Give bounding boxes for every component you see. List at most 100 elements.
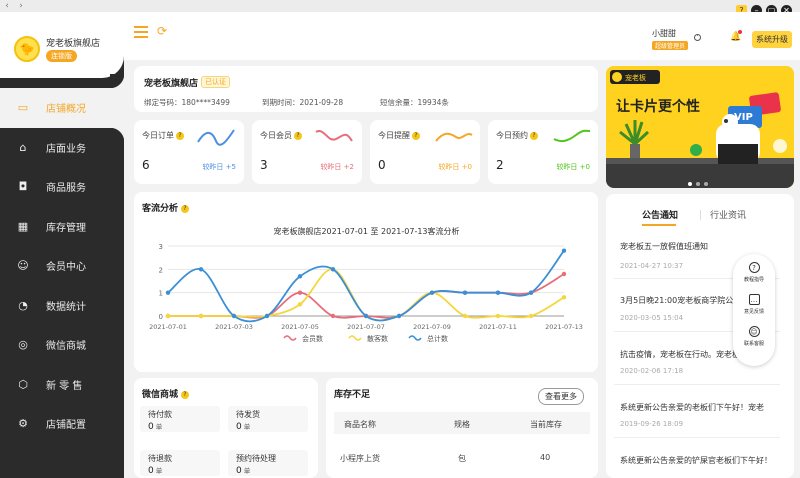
help-icon: ? (176, 131, 184, 140)
refresh-icon[interactable]: ⟳ (157, 24, 167, 38)
help-icon: ? (181, 390, 190, 399)
back-arrow-icon[interactable]: ‹ (0, 0, 14, 12)
data-point (330, 267, 336, 272)
customer-service-button[interactable]: ☺ 联系客服 (733, 326, 775, 347)
sidebar-item-wechat-mall[interactable]: ◎ 微信商城 (0, 325, 124, 365)
data-point (330, 313, 336, 319)
sparkline-members (315, 130, 353, 142)
stat-value: 2 (496, 158, 504, 172)
float-label: 教程指导 (743, 277, 764, 283)
sidebar-item-label: 店铺概况 (46, 104, 86, 116)
stat-card-appointments[interactable]: 今日预约? 2 较昨日 +0 (488, 120, 598, 184)
data-point (561, 295, 567, 300)
stat-card-orders[interactable]: 今日订单? 6 较昨日 +5 (134, 120, 244, 184)
notice-title[interactable]: 抗击疫情，宠老板在行动。宠老板 (620, 349, 740, 360)
sidebar-item-inventory[interactable]: ▦ 库存管理 (0, 207, 124, 247)
data-point (429, 290, 435, 295)
sidebar-item-storefront[interactable]: ⌂ 店面业务 (0, 128, 124, 168)
wechat-mall-card: 微信商城? 待付款 0单 待发货 0单 待退款 0单 预约待处理 0单 (134, 378, 318, 478)
data-point (396, 313, 402, 319)
tutorial-button[interactable]: ? 教程指导 (733, 262, 775, 283)
cell-stock: 40 (540, 453, 551, 462)
sidebar-item-statistics[interactable]: ◔ 数据统计 (0, 286, 124, 326)
upgrade-button[interactable]: 系统升级 (752, 31, 792, 48)
sparkline-reminders (435, 132, 473, 142)
traffic-line-chart: 0 1 2 3 2021-07-01 2021-07-03 2021-07-05 2021-0… (149, 243, 583, 343)
notice-title[interactable]: 系统更新公告亲爱的老板们下午好！宠老 (620, 402, 764, 413)
floating-help-bar: ? 教程指导 … 意见反馈 ☺ 联系客服 (733, 254, 775, 366)
sidebar-item-store-config[interactable]: ⚙ 店铺配置 (0, 404, 124, 444)
promo-banner[interactable]: 宠老板 让卡片更个性 VIP (606, 66, 794, 188)
wx-pending-appointment[interactable]: 预约待处理 0单 (228, 450, 308, 476)
wx-pending-shipment[interactable]: 待发货 0单 (228, 406, 308, 432)
notice-date: 2020-03-05 15:04 (620, 314, 684, 322)
notice-date: 2020-02-06 17:18 (620, 367, 684, 375)
tab-divider (700, 210, 701, 220)
notice-title[interactable]: 系统更新公告亲爱的铲屎官老板们下午好！ (620, 455, 772, 466)
store-brand: 🐤 宠老板旗舰店 连锁版 (0, 12, 124, 78)
data-point (297, 302, 303, 307)
legend-swatch (348, 335, 362, 341)
sidebar-item-overview[interactable]: ▭ 店铺概况 (0, 74, 124, 141)
wechat-mall-title: 微信商城? (142, 387, 190, 400)
stat-card-reminders[interactable]: 今日提醒? 0 较昨日 +0 (370, 120, 480, 184)
data-point (165, 290, 171, 295)
stat-compare: 较昨日 +2 (320, 163, 354, 171)
wx-box-label: 待退款 (148, 454, 172, 463)
series-line-0 (168, 273, 565, 319)
notice-title[interactable]: 3月5日晚21:00宠老板商学院公开 (620, 295, 741, 306)
view-more-button[interactable]: 查看更多 (538, 388, 584, 405)
legend-swatch (408, 335, 422, 341)
cell-spec: 包 (458, 454, 466, 463)
chevron-down-icon[interactable]: ˅ (694, 34, 701, 41)
sparkline-appointments (553, 129, 591, 143)
x-tick-label: 2021-07-01 (149, 323, 187, 331)
series-line-1 (168, 268, 565, 322)
data-point (561, 271, 567, 277)
forward-arrow-icon[interactable]: › (14, 0, 28, 12)
legend-swatch (283, 335, 297, 341)
wx-pending-refund[interactable]: 待退款 0单 (140, 450, 220, 476)
stat-compare: 较昨日 +5 (202, 163, 236, 171)
tab-announcements[interactable]: 公告通知 (642, 208, 678, 221)
wx-pending-payment[interactable]: 待付款 0单 (140, 406, 220, 432)
data-point (528, 290, 534, 295)
stat-card-members[interactable]: 今日会员? 3 较昨日 +2 (252, 120, 362, 184)
sidebar-item-members[interactable]: ☺ 会员中心 (0, 246, 124, 286)
help-icon: ? (294, 131, 302, 140)
bag-icon: ◘ (18, 180, 28, 194)
tab-industry-news[interactable]: 行业资讯 (710, 208, 746, 221)
divider (614, 384, 780, 385)
menu-toggle-icon[interactable] (134, 26, 148, 38)
sidebar-item-new-retail[interactable]: ⬡ 新 零 售 (0, 365, 124, 405)
data-point (528, 313, 534, 319)
wx-box-label: 待付款 (148, 410, 172, 419)
banner-illustration (606, 66, 794, 188)
cell-product-name: 小程序上货 (340, 454, 380, 463)
notice-title[interactable]: 宠老板五一放假值班通知 (620, 241, 708, 252)
avatar[interactable]: 🐤 (14, 36, 40, 62)
col-spec: 规格 (454, 420, 470, 429)
user-name[interactable]: 小甜甜 (652, 28, 676, 39)
sidebar-item-label: 会员中心 (46, 262, 86, 274)
top-header: ⟳ 小甜甜 超级管理员 ˅ 🔔 系统升级 (124, 12, 800, 60)
x-tick-label: 2021-07-07 (347, 323, 385, 331)
sms-balance: 短信余量：19934条 (380, 98, 449, 107)
sparkline-orders (197, 129, 235, 146)
stat-label: 今日会员? (260, 130, 302, 141)
table-row[interactable]: 小程序上货 包 40 (334, 446, 590, 468)
help-icon: ? (412, 131, 420, 140)
expire-date: 到期时间：2021-09-28 (262, 98, 344, 107)
legend-label: 散客数 (367, 334, 388, 343)
sidebar-item-products[interactable]: ◘ 商品服务 (0, 167, 124, 207)
sidebar-item-label: 库存管理 (46, 222, 86, 234)
wx-box-label: 预约待处理 (236, 454, 276, 463)
sidebar-store-name: 宠老板旗舰店 (46, 39, 101, 49)
active-tab-underline (642, 224, 676, 226)
feedback-icon: … (748, 294, 760, 305)
house-icon: ⌂ (19, 140, 27, 154)
sidebar-item-label: 商品服务 (46, 183, 86, 195)
feedback-button[interactable]: … 意见反馈 (733, 294, 775, 315)
y-tick-label: 1 (159, 290, 163, 298)
box-icon: ⬡ (18, 377, 28, 391)
